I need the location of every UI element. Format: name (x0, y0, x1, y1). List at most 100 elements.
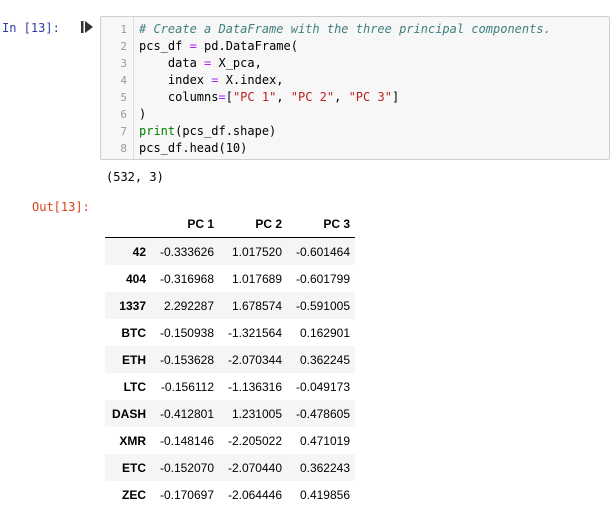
table-row: BTC -0.150938 -1.321564 0.162901 (105, 319, 355, 346)
row-index: DASH (111, 406, 146, 421)
table-cell: 0.419856 (299, 487, 350, 502)
code-token: pcs_df (139, 39, 183, 53)
index-header (105, 211, 151, 238)
table-cell: -0.049173 (295, 379, 350, 394)
code-token: columns (139, 90, 219, 104)
line-number: 3 (120, 57, 127, 70)
code-cell-editor[interactable]: 1 2 3 4 5 6 7 8 # Create a DataFrame wit… (100, 16, 610, 160)
code-token: pcs_df.head(10) (139, 141, 248, 155)
table-row: DASH -0.412801 1.231005 -0.478605 (105, 400, 355, 427)
code-string: "PC 3" (348, 90, 392, 104)
table-cell: -0.156112 (160, 379, 214, 394)
code-comment: # Create a DataFrame with the three prin… (139, 22, 551, 36)
line-number: 4 (120, 74, 127, 87)
dataframe-table: PC 1 PC 2 PC 3 42 -0.333626 1.017520 -0.… (105, 211, 355, 508)
table-cell: -1.321564 (227, 325, 282, 340)
table-cell: -0.478605 (295, 406, 350, 421)
table-cell: -0.148146 (159, 433, 214, 448)
table-row: ETC -0.152070 -2.070440 0.362243 (105, 454, 355, 481)
table-cell: -0.333626 (159, 244, 214, 259)
column-header: PC 2 (219, 211, 287, 238)
stdout-output: (532, 3) (106, 170, 164, 184)
table-cell: -1.136316 (227, 379, 282, 394)
table-cell: -0.601799 (295, 271, 350, 286)
code-token: , (334, 90, 349, 104)
notebook-view: In [13]: 1 2 3 4 5 6 7 8 # Create a Data… (0, 0, 612, 523)
table-cell: -0.412801 (159, 406, 214, 421)
code-token: data (139, 56, 197, 70)
code-string: "PC 1" (232, 90, 277, 104)
code-token: X.index, (225, 73, 284, 87)
table-cell: 1.017520 (231, 244, 282, 259)
row-index: ETC (122, 460, 146, 475)
code-line-4: index = X.index, (139, 72, 284, 89)
table-row: 42 -0.333626 1.017520 -0.601464 (105, 237, 355, 265)
table-cell: -2.064446 (227, 487, 282, 502)
table-cell: -0.316968 (159, 271, 214, 286)
code-line-2: pcs_df = pd.DataFrame( (139, 38, 298, 55)
table-cell: -0.152070 (159, 460, 214, 475)
row-index: 1337 (119, 298, 146, 313)
code-token: pd.DataFrame( (204, 39, 298, 53)
table-row: 1337 2.292287 1.678574 -0.591005 (105, 292, 355, 319)
line-number-gutter: 1 2 3 4 5 6 7 8 (101, 17, 134, 159)
column-header: PC 3 (287, 211, 355, 238)
code-line-7: print(pcs_df.shape) (139, 123, 276, 140)
line-number: 1 (120, 23, 127, 36)
code-token: X_pca, (218, 56, 262, 70)
table-row: ZEC -0.170697 -2.064446 0.419856 (105, 481, 355, 508)
table-cell: -0.591005 (295, 298, 350, 313)
code-builtin: print (139, 124, 176, 138)
row-index: ZEC (122, 487, 146, 502)
row-index: ETH (122, 352, 146, 367)
row-index: XMR (119, 433, 146, 448)
table-row: 404 -0.316968 1.017689 -0.601799 (105, 265, 355, 292)
table-cell: 1.231005 (231, 406, 282, 421)
table-row: LTC -0.156112 -1.136316 -0.049173 (105, 373, 355, 400)
line-number: 2 (120, 40, 127, 53)
table-row: XMR -0.148146 -2.205022 0.471019 (105, 427, 355, 454)
output-prompt: Out[13]: (32, 200, 90, 214)
code-line-5: columns=["PC 1", "PC 2", "PC 3"] (139, 89, 399, 106)
table-cell: 0.362245 (299, 352, 350, 367)
line-number: 8 (120, 142, 127, 155)
table-cell: 0.471019 (299, 433, 350, 448)
code-token: ) (139, 107, 147, 121)
run-cell-icon[interactable] (81, 19, 95, 35)
row-index: 42 (132, 244, 146, 259)
column-header: PC 1 (151, 211, 219, 238)
table-cell: -0.170697 (159, 487, 214, 502)
table-cell: 2.292287 (163, 298, 214, 313)
code-operator: = (204, 73, 226, 87)
code-token: index (139, 73, 205, 87)
code-line-8: pcs_df.head(10) (139, 140, 247, 157)
code-token: ] (391, 90, 400, 104)
table-cell: -2.205022 (227, 433, 282, 448)
table-header-row: PC 1 PC 2 PC 3 (105, 211, 355, 238)
row-index: BTC (121, 325, 146, 340)
table-cell: 1.017689 (231, 271, 282, 286)
line-number: 6 (120, 108, 127, 121)
code-line-6: ) (139, 106, 146, 123)
code-string: "PC 2" (290, 90, 335, 104)
code-line-1: # Create a DataFrame with the three prin… (139, 21, 551, 38)
table-cell: -2.070440 (227, 460, 282, 475)
code-token: (pcs_df.shape) (175, 124, 277, 138)
line-number: 5 (120, 91, 127, 104)
row-index: 404 (125, 271, 146, 286)
table-cell: 0.362243 (299, 460, 350, 475)
input-prompt: In [13]: (2, 21, 60, 35)
line-number: 7 (120, 125, 127, 138)
code-operator: = (196, 56, 219, 70)
table-cell: -0.601464 (295, 244, 350, 259)
table-cell: -2.070344 (227, 352, 282, 367)
code-operator: = (182, 39, 205, 53)
code-line-3: data = X_pca, (139, 55, 262, 72)
table-cell: 0.162901 (299, 325, 350, 340)
table-row: ETH -0.153628 -2.070344 0.362245 (105, 346, 355, 373)
table-cell: -0.153628 (159, 352, 214, 367)
table-cell: -0.150938 (159, 325, 214, 340)
row-index: LTC (123, 379, 146, 394)
code-token: [ (225, 90, 233, 104)
code-operator: = (218, 90, 226, 104)
